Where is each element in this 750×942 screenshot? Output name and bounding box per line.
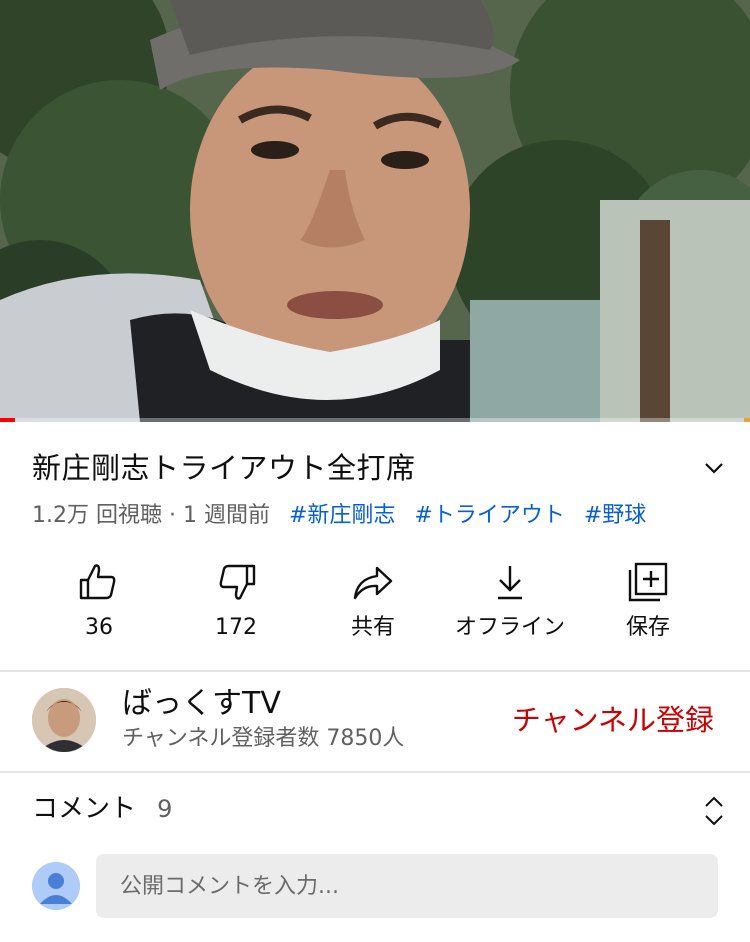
subscribe-button[interactable]: チャンネル登録 (512, 700, 714, 740)
user-avatar-icon (32, 862, 80, 910)
subscriber-count: チャンネル登録者数 7850人 (122, 726, 405, 751)
video-frame (0, 0, 750, 422)
dislike-button[interactable]: 172 (166, 560, 306, 642)
channel-avatar-image (32, 688, 96, 752)
view-count-date: 1.2万 回視聴 · 1 週間前 (32, 503, 270, 528)
offline-label: オフライン (454, 615, 565, 640)
share-button[interactable]: 共有 (303, 560, 443, 642)
thumbs-up-icon (79, 564, 116, 600)
add-to-playlist-icon (628, 562, 668, 602)
hashtag-link[interactable]: #野球 (584, 503, 646, 528)
dislike-count: 172 (215, 615, 257, 640)
channel-row[interactable]: ばっくすTV チャンネル登録者数 7850人 チャンネル登録 (0, 672, 750, 772)
progress-end-marker (744, 418, 750, 422)
channel-avatar[interactable] (32, 688, 96, 752)
save-button[interactable]: 保存 (578, 560, 718, 642)
title-row: 新庄剛志トライアウト全打席 (32, 448, 732, 492)
share-arrow-icon (353, 566, 393, 600)
video-title: 新庄剛志トライアウト全打席 (32, 451, 416, 485)
video-player[interactable] (0, 0, 750, 422)
sort-icon[interactable] (702, 794, 726, 828)
channel-name[interactable]: ばっくすTV (122, 686, 281, 722)
comments-label: コメント (32, 794, 137, 824)
thumbs-down-icon (219, 564, 256, 600)
hashtag-link[interactable]: #新庄剛志 (289, 503, 395, 528)
progress-bar[interactable] (0, 418, 750, 422)
save-label: 保存 (625, 615, 670, 640)
hashtag-link[interactable]: #トライアウト (414, 503, 564, 528)
download-icon (498, 566, 522, 600)
divider (0, 771, 750, 773)
like-button[interactable]: 36 (29, 560, 169, 642)
offline-button[interactable]: オフライン (440, 560, 580, 642)
action-bar: 36 172 共有 オフライン 保存 (0, 560, 750, 650)
comment-input[interactable] (96, 854, 718, 918)
video-meta-row: 1.2万 回視聴 · 1 週間前 #新庄剛志 #トライアウト #野球 (32, 500, 646, 532)
chevron-down-icon[interactable] (702, 456, 726, 480)
comment-input-row (32, 854, 722, 918)
comments-header[interactable]: コメント 9 (32, 792, 732, 832)
like-count: 36 (85, 615, 113, 640)
comments-count: 9 (157, 795, 173, 823)
share-label: 共有 (350, 615, 395, 640)
progress-fill (0, 418, 15, 422)
